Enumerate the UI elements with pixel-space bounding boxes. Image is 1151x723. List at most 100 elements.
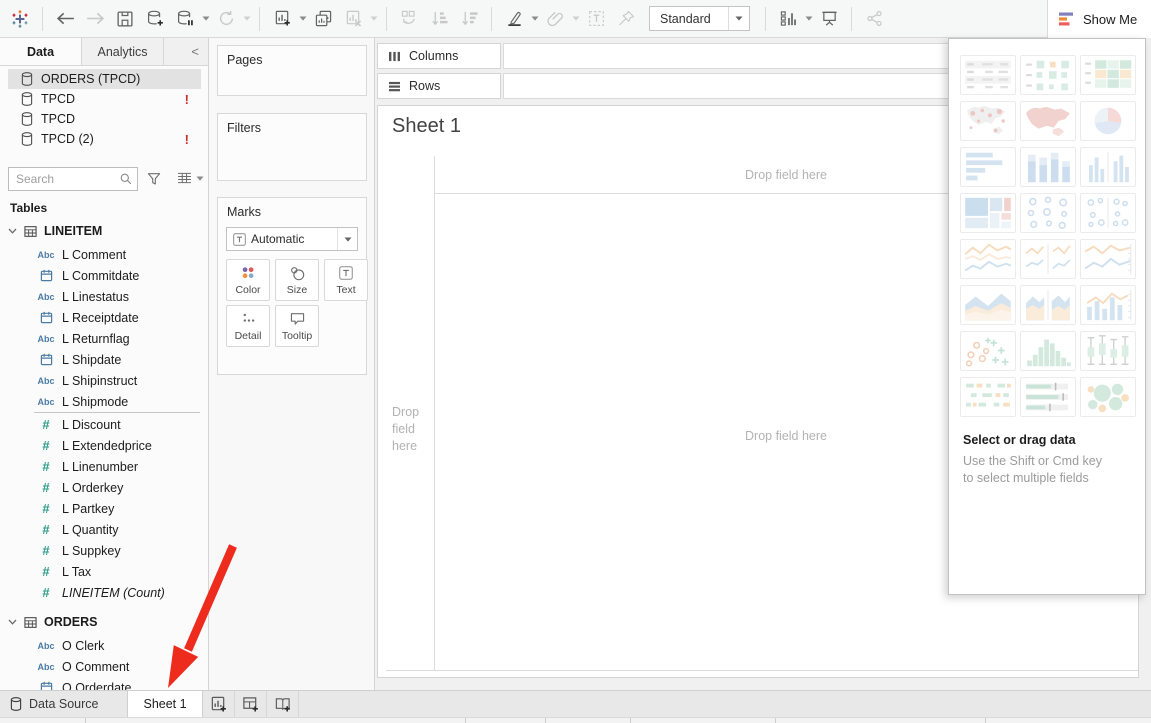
pause-auto-updates-button[interactable] bbox=[173, 6, 197, 32]
chevron-down-icon[interactable] bbox=[531, 16, 539, 21]
search-input[interactable] bbox=[9, 172, 120, 186]
marks-button-size[interactable]: Size bbox=[275, 259, 319, 301]
showme-bullet-graphs[interactable] bbox=[1020, 377, 1076, 417]
new-story-button[interactable] bbox=[267, 691, 299, 717]
filters-shelf[interactable]: Filters bbox=[217, 113, 367, 181]
showme-pie-chart[interactable] bbox=[1080, 101, 1136, 141]
new-worksheet-tab-button[interactable] bbox=[203, 691, 235, 717]
field-item[interactable]: #L Orderkey bbox=[0, 477, 208, 498]
showme-dual-combination[interactable] bbox=[1080, 285, 1136, 325]
showme-box-and-whisker[interactable] bbox=[1080, 331, 1136, 371]
marks-button-color[interactable]: Color bbox=[226, 259, 270, 301]
fit-selector[interactable]: Standard bbox=[649, 6, 750, 31]
field-item[interactable]: AbcL Returnflag bbox=[0, 328, 208, 349]
chevron-down-icon[interactable] bbox=[370, 16, 378, 21]
showme-area-charts-discrete[interactable] bbox=[1020, 285, 1076, 325]
swap-rows-columns-button[interactable] bbox=[397, 6, 421, 32]
undo-button[interactable] bbox=[53, 6, 77, 32]
showme-symbol-map[interactable] bbox=[960, 101, 1016, 141]
clear-sheet-button[interactable] bbox=[341, 6, 365, 32]
share-workbook-button[interactable] bbox=[862, 6, 886, 32]
tableau-logo-icon[interactable] bbox=[8, 6, 32, 32]
field-item[interactable]: #L Quantity bbox=[0, 519, 208, 540]
showme-side-by-side-circles[interactable] bbox=[1080, 193, 1136, 233]
redo-button[interactable] bbox=[83, 6, 107, 32]
field-item[interactable]: AbcL Linestatus bbox=[0, 286, 208, 307]
new-dashboard-button[interactable] bbox=[235, 691, 267, 717]
chevron-down-icon[interactable] bbox=[8, 228, 17, 234]
chevron-down-icon[interactable] bbox=[337, 228, 357, 250]
field-item[interactable]: #L Discount bbox=[0, 414, 208, 435]
presentation-mode-button[interactable] bbox=[817, 6, 841, 32]
field-item[interactable]: AbcL Comment bbox=[0, 244, 208, 265]
marks-button-tooltip[interactable]: Tooltip bbox=[275, 305, 319, 347]
pages-shelf[interactable]: Pages bbox=[217, 45, 367, 96]
field-item[interactable]: #L Extendedprice bbox=[0, 435, 208, 456]
columns-shelf[interactable]: Columns bbox=[377, 43, 501, 69]
field-item[interactable]: L Receiptdate bbox=[0, 307, 208, 328]
table-header[interactable]: LINEITEM bbox=[0, 218, 208, 244]
field-item[interactable]: AbcO Clerk bbox=[0, 635, 208, 656]
field-item[interactable]: AbcL Shipmode bbox=[0, 391, 208, 412]
chevron-down-icon[interactable] bbox=[805, 16, 813, 21]
highlight-button[interactable] bbox=[502, 6, 526, 32]
show-mark-labels-button[interactable] bbox=[584, 6, 608, 32]
showme-horizontal-bars[interactable] bbox=[960, 147, 1016, 187]
field-item[interactable]: #L Partkey bbox=[0, 498, 208, 519]
marks-button-text[interactable]: Text bbox=[324, 259, 368, 301]
rows-shelf[interactable]: Rows bbox=[377, 73, 501, 99]
showme-area-charts-continuous[interactable] bbox=[960, 285, 1016, 325]
chevron-down-icon[interactable] bbox=[299, 16, 307, 21]
tab-analytics[interactable]: Analytics bbox=[82, 38, 164, 65]
new-data-source-button[interactable] bbox=[143, 6, 167, 32]
showme-treemap[interactable] bbox=[960, 193, 1016, 233]
save-button[interactable] bbox=[113, 6, 137, 32]
drop-zone-rows[interactable]: Drop field here bbox=[392, 404, 434, 455]
show-me-button[interactable]: Show Me bbox=[1047, 0, 1151, 38]
showme-filled-map[interactable] bbox=[1020, 101, 1076, 141]
datasource-item[interactable]: ORDERS (TPCD) bbox=[8, 69, 201, 89]
view-options-icon[interactable] bbox=[177, 172, 192, 185]
showme-lines-continuous[interactable] bbox=[960, 239, 1016, 279]
field-item[interactable]: L Shipdate bbox=[0, 349, 208, 370]
tab-sheet-1[interactable]: Sheet 1 bbox=[127, 691, 202, 717]
chevron-down-icon[interactable] bbox=[572, 16, 580, 21]
showme-side-by-side-bars[interactable] bbox=[1080, 147, 1136, 187]
collapse-pane-icon[interactable]: < bbox=[182, 38, 208, 65]
field-item[interactable]: AbcL Shipinstruct bbox=[0, 370, 208, 391]
field-item[interactable]: #L Tax bbox=[0, 561, 208, 582]
chevron-down-icon[interactable] bbox=[243, 16, 251, 21]
showme-histogram[interactable] bbox=[1020, 331, 1076, 371]
sort-descending-button[interactable] bbox=[457, 6, 481, 32]
showme-scatter-plots[interactable] bbox=[960, 331, 1016, 371]
chevron-down-icon[interactable] bbox=[728, 7, 749, 30]
showme-lines-discrete[interactable] bbox=[1020, 239, 1076, 279]
showme-highlight-table[interactable] bbox=[1080, 55, 1136, 95]
filter-fields-icon[interactable] bbox=[147, 172, 161, 186]
new-worksheet-button[interactable] bbox=[270, 6, 294, 32]
marks-button-detail[interactable]: Detail bbox=[226, 305, 270, 347]
chevron-down-icon[interactable] bbox=[8, 619, 17, 625]
showme-text-table[interactable] bbox=[960, 55, 1016, 95]
field-item[interactable]: #L Suppkey bbox=[0, 540, 208, 561]
chevron-down-icon[interactable] bbox=[202, 16, 210, 21]
duplicate-sheet-button[interactable] bbox=[311, 6, 335, 32]
field-item[interactable]: #LINEITEM (Count) bbox=[0, 582, 208, 603]
showme-heat-map[interactable] bbox=[1020, 55, 1076, 95]
field-item[interactable]: AbcO Comment bbox=[0, 656, 208, 677]
tab-data[interactable]: Data bbox=[0, 38, 82, 65]
datasource-item[interactable]: TPCD bbox=[8, 109, 201, 129]
datasource-item[interactable]: TPCD! bbox=[8, 89, 201, 109]
showme-dual-lines[interactable] bbox=[1080, 239, 1136, 279]
datasource-item[interactable]: TPCD (2)! bbox=[8, 129, 201, 149]
mark-type-dropdown[interactable]: Automatic bbox=[226, 227, 358, 251]
fix-axes-button[interactable] bbox=[614, 6, 638, 32]
tab-data-source[interactable]: Data Source bbox=[0, 691, 114, 717]
sort-ascending-button[interactable] bbox=[427, 6, 451, 32]
table-header[interactable]: ORDERS bbox=[0, 609, 208, 635]
field-item[interactable]: L Commitdate bbox=[0, 265, 208, 286]
group-members-button[interactable] bbox=[543, 6, 567, 32]
field-item[interactable]: #L Linenumber bbox=[0, 456, 208, 477]
showme-circle-views[interactable] bbox=[1020, 193, 1076, 233]
run-auto-updates-button[interactable] bbox=[214, 6, 238, 32]
